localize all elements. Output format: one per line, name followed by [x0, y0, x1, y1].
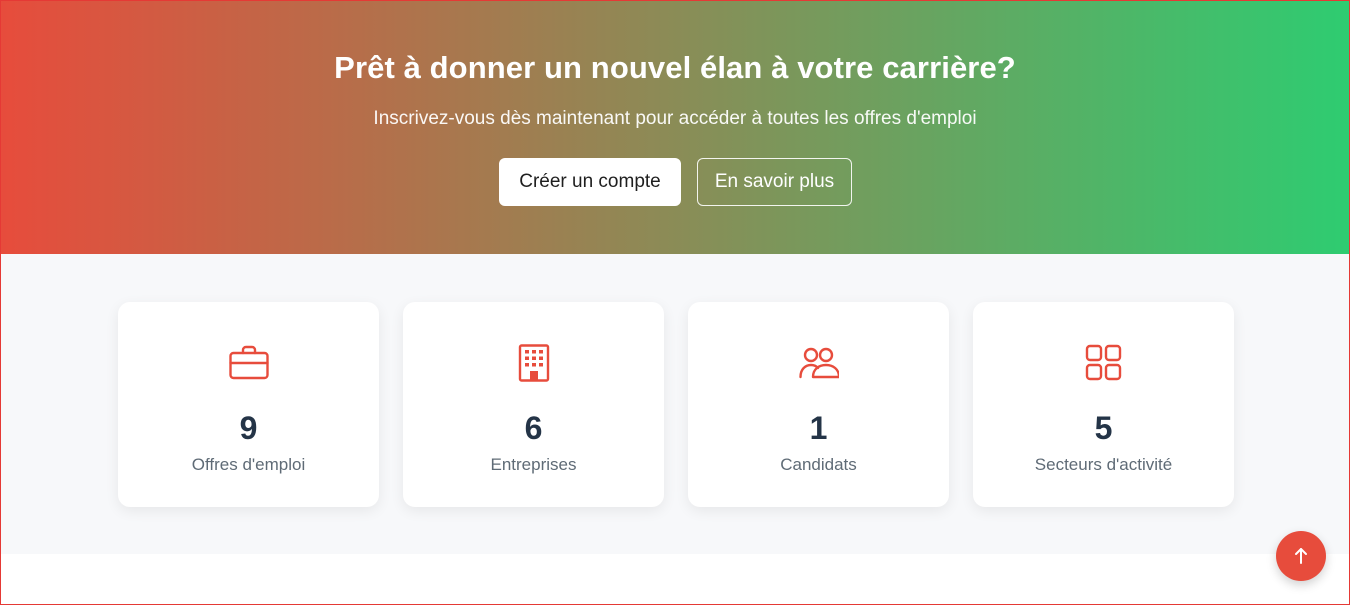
stat-value: 9	[239, 410, 258, 446]
briefcase-icon	[118, 344, 379, 382]
stat-label: Secteurs d'activité	[1034, 455, 1173, 474]
stat-card-companies: 6 Entreprises	[403, 302, 664, 507]
building-icon	[403, 344, 664, 382]
stat-label: Candidats	[780, 455, 857, 474]
hero-title: Prêt à donner un nouvel élan à votre car…	[334, 50, 1016, 85]
stat-card-candidates: 1 Candidats	[688, 302, 949, 507]
scroll-to-top-button[interactable]	[1276, 531, 1326, 581]
stat-value: 6	[524, 410, 543, 446]
create-account-button[interactable]: Créer un compte	[499, 158, 681, 206]
stat-value: 1	[809, 410, 828, 446]
stat-value: 5	[1094, 410, 1113, 446]
hero-subtitle: Inscrivez-vous dès maintenant pour accéd…	[373, 108, 977, 129]
grid-icon	[973, 344, 1234, 382]
cta-hero: Prêt à donner un nouvel élan à votre car…	[0, 0, 1350, 254]
learn-more-button[interactable]: En savoir plus	[697, 158, 852, 206]
stat-label: Entreprises	[490, 455, 577, 474]
stat-label: Offres d'emploi	[191, 455, 306, 474]
stats-section: 9 Offres d'emploi 6 Entreprises 1 Candid…	[0, 254, 1350, 554]
arrow-up-icon	[1293, 547, 1309, 565]
stat-card-sectors: 5 Secteurs d'activité	[973, 302, 1234, 507]
users-icon	[688, 344, 949, 382]
stat-card-jobs: 9 Offres d'emploi	[118, 302, 379, 507]
